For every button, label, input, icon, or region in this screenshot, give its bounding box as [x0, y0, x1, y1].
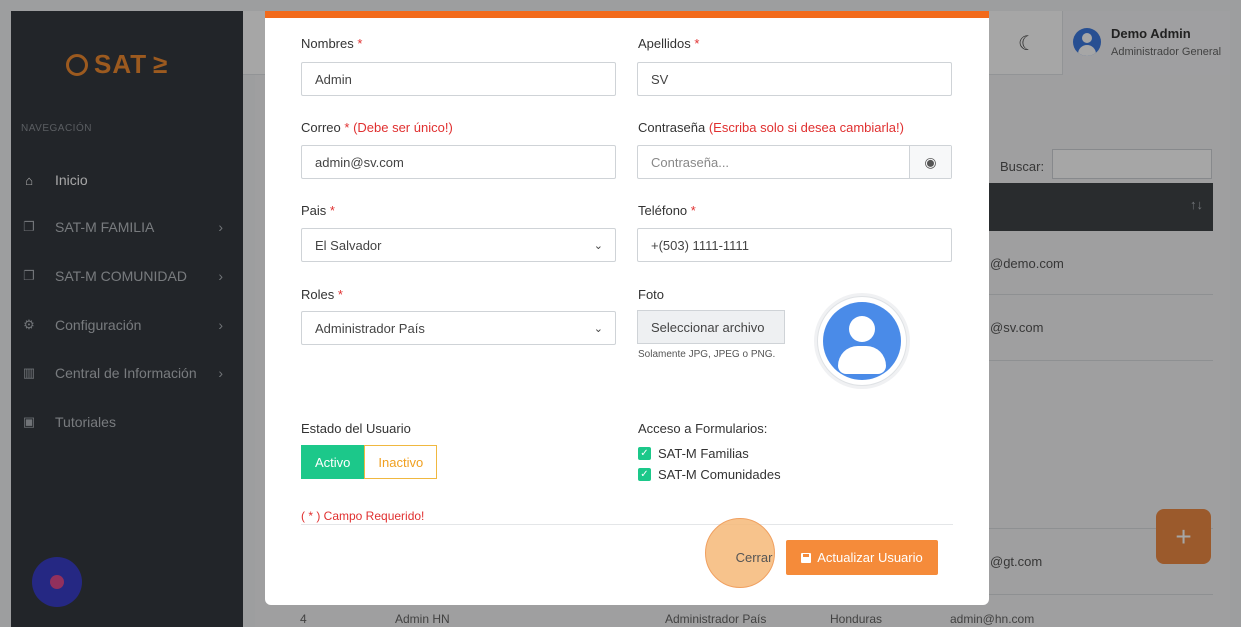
correo-field[interactable]: admin@sv.com: [301, 145, 616, 179]
user-avatar-icon: [823, 302, 901, 380]
required-note: ( * ) Campo Requerido!: [301, 509, 425, 523]
telefono-field[interactable]: +(503) 1111-1111: [637, 228, 952, 262]
estado-label: Estado del Usuario: [301, 421, 411, 436]
save-icon: [801, 552, 812, 563]
chevron-down-icon: ⌄: [593, 323, 603, 335]
contrasena-label: Contraseña (Escriba solo si desea cambia…: [638, 120, 904, 135]
checkbox-sat-m-comunidades[interactable]: ✓ SAT-M Comunidades: [638, 467, 781, 482]
close-button[interactable]: Cerrar: [724, 540, 784, 574]
roles-select[interactable]: Administrador País ⌄: [301, 311, 616, 345]
checkbox-sat-m-familias[interactable]: ✓ SAT-M Familias: [638, 446, 749, 461]
password-field[interactable]: Contraseña... ◉: [637, 145, 952, 179]
estado-inactivo-button[interactable]: Inactivo: [364, 445, 438, 479]
select-file-button[interactable]: Seleccionar archivo: [637, 310, 785, 344]
telefono-label: Teléfono *: [638, 203, 696, 218]
nombres-field[interactable]: Admin: [301, 62, 616, 96]
password-placeholder: Contraseña...: [651, 154, 730, 170]
pais-label: Pais *: [301, 203, 335, 218]
pais-select[interactable]: El Salvador ⌄: [301, 228, 616, 262]
check-icon: ✓: [638, 447, 651, 460]
check-icon: ✓: [638, 468, 651, 481]
update-user-button[interactable]: Actualizar Usuario: [786, 540, 938, 575]
roles-label: Roles *: [301, 287, 343, 302]
foto-label: Foto: [638, 287, 665, 302]
photo-preview: [817, 296, 907, 386]
file-help-text: Solamente JPG, JPEG o PNG.: [638, 349, 776, 360]
checkbox-label: SAT-M Comunidades: [658, 467, 781, 482]
update-user-label: Actualizar Usuario: [817, 550, 923, 565]
acceso-label: Acceso a Formularios:: [638, 421, 768, 436]
chevron-down-icon: ⌄: [593, 240, 603, 252]
correo-label: Correo * (Debe ser único!): [301, 120, 453, 135]
apellidos-field[interactable]: SV: [637, 62, 952, 96]
modal-footer-divider: [301, 524, 953, 525]
checkbox-label: SAT-M Familias: [658, 446, 749, 461]
roles-selected-value: Administrador País: [315, 320, 425, 336]
estado-activo-button[interactable]: Activo: [301, 445, 365, 479]
eye-icon[interactable]: ◉: [909, 146, 951, 178]
nombres-label: Nombres *: [301, 36, 363, 51]
estado-toggle: Activo Inactivo: [301, 445, 438, 479]
apellidos-label: Apellidos *: [638, 36, 700, 51]
pais-selected-value: El Salvador: [315, 237, 382, 253]
